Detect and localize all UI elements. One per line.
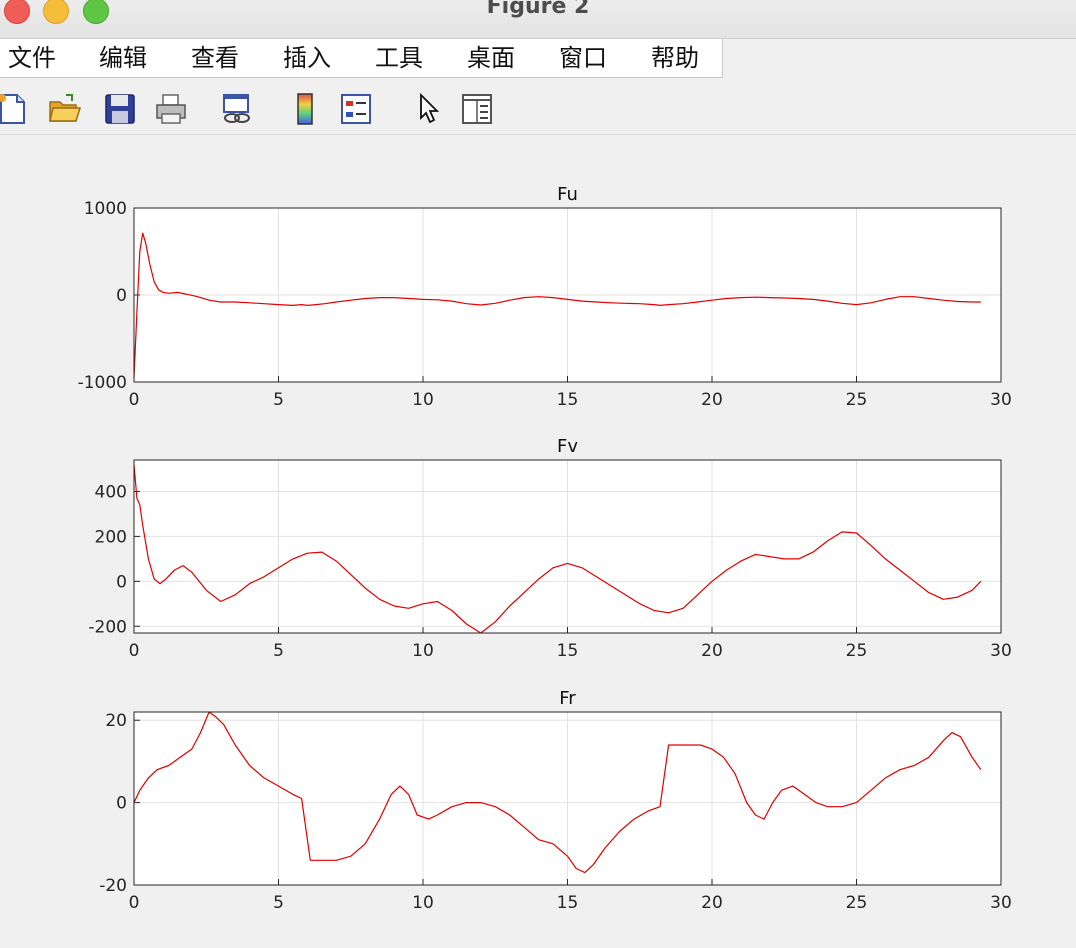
property-inspector-icon[interactable] xyxy=(460,92,494,126)
x-tick-label: 5 xyxy=(273,641,284,661)
y-tick-label: 200 xyxy=(95,527,127,547)
link-plot-icon[interactable] xyxy=(220,92,254,126)
y-tick-label: -20 xyxy=(99,876,127,896)
x-tick-label: 30 xyxy=(990,390,1012,410)
open-file-icon[interactable] xyxy=(48,92,82,126)
y-tick-label: 0 xyxy=(116,286,127,306)
save-icon[interactable] xyxy=(103,92,137,126)
x-tick-label: 0 xyxy=(129,641,140,661)
subplot-title: Fu xyxy=(557,184,578,205)
x-tick-label: 10 xyxy=(412,641,434,661)
x-tick-label: 25 xyxy=(846,390,868,410)
figure-canvas[interactable]: 0 5 10 15 20 25 30 -1000 0 1000 Fu 0 5 10 15 20 25 30 -200… xyxy=(0,135,1076,944)
menu-help[interactable]: 帮助 xyxy=(651,42,699,74)
window-titlebar: Figure 2 xyxy=(0,0,1076,39)
x-tick-label: 10 xyxy=(412,390,434,410)
insert-legend-icon[interactable] xyxy=(339,92,373,126)
subplot-2: 0 5 10 15 20 25 30-2000200400Fv xyxy=(88,436,1011,661)
y-tick-label: 1000 xyxy=(84,199,127,219)
x-tick-label: 5 xyxy=(273,390,284,410)
x-tick-label: 30 xyxy=(990,893,1012,913)
x-tick-label: 10 xyxy=(412,893,434,913)
y-tick-label: -1000 xyxy=(78,373,127,393)
subplot-title: Fv xyxy=(557,436,578,457)
x-tick-label: 15 xyxy=(557,893,579,913)
figure-toolbar xyxy=(0,78,1076,135)
window-title: Figure 2 xyxy=(486,0,590,19)
x-tick-label: 0 xyxy=(129,390,140,410)
y-tick-label: 20 xyxy=(105,711,127,731)
figure-plots: 0 5 10 15 20 25 30-100001000Fu0 5 10 15 20 25 30-200… xyxy=(78,184,1012,913)
subplot-1: 0 5 10 15 20 25 30-100001000Fu xyxy=(78,184,1012,410)
y-tick-label: 400 xyxy=(95,482,127,502)
y-tick-label: 0 xyxy=(116,794,127,814)
new-figure-icon[interactable] xyxy=(0,92,30,126)
x-tick-label: 20 xyxy=(701,641,723,661)
menu-desktop[interactable]: 桌面 xyxy=(467,42,515,74)
x-tick-label: 20 xyxy=(701,390,723,410)
x-tick-label: 5 xyxy=(273,893,284,913)
x-tick-label: 30 xyxy=(990,641,1012,661)
print-icon[interactable] xyxy=(154,92,188,126)
menu-file[interactable]: 文件 xyxy=(8,42,56,74)
edit-pointer-icon[interactable] xyxy=(413,92,447,126)
subplot-3: 0 5 10 15 20 25 30-20020Fr xyxy=(99,688,1012,913)
menu-insert[interactable]: 插入 xyxy=(283,42,331,74)
x-tick-label: 15 xyxy=(557,390,579,410)
x-tick-label: 20 xyxy=(701,893,723,913)
y-tick-label: 0 xyxy=(116,572,127,592)
menu-view[interactable]: 查看 xyxy=(191,42,239,74)
menu-bar: 文件 编辑 查看 插入 工具 桌面 窗口 帮助 xyxy=(0,39,723,78)
x-tick-label: 25 xyxy=(846,893,868,913)
subplot-title: Fr xyxy=(559,688,576,709)
x-tick-label: 0 xyxy=(129,893,140,913)
x-tick-label: 25 xyxy=(846,641,868,661)
menu-tools[interactable]: 工具 xyxy=(375,42,423,74)
menu-edit[interactable]: 编辑 xyxy=(99,42,147,74)
menu-window[interactable]: 窗口 xyxy=(559,42,607,74)
x-tick-label: 15 xyxy=(557,641,579,661)
insert-colorbar-icon[interactable] xyxy=(289,92,323,126)
y-tick-label: -200 xyxy=(88,617,127,637)
